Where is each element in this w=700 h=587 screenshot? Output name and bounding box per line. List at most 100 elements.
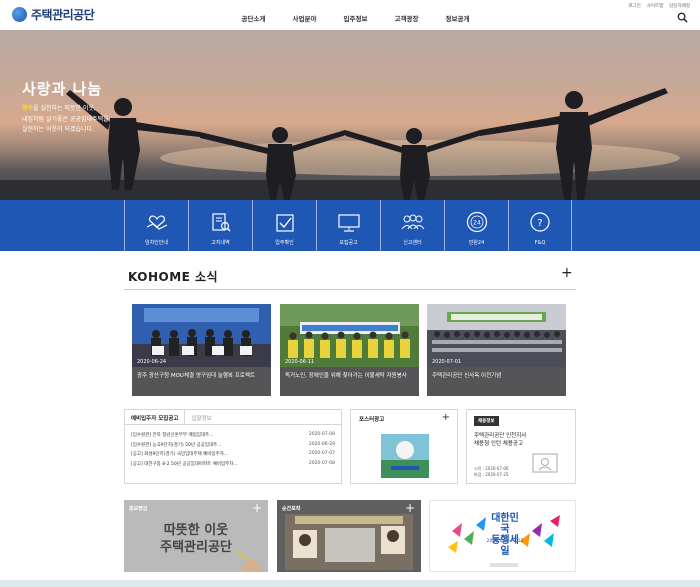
quick-item-notice-history[interactable]: 고지내역	[188, 200, 252, 251]
list-item[interactable]: [공고] 화성9단지(경기) 국민임대주택 예비입주자... 2020-07-07	[131, 451, 335, 461]
poster-image[interactable]	[381, 434, 429, 478]
promo-video-plus-icon[interactable]: +	[252, 501, 262, 515]
people-group-icon	[401, 214, 424, 230]
news-section-title: KOHOME 소식	[128, 270, 219, 284]
nav-item-about[interactable]: 공단소개	[228, 13, 279, 23]
section-divider	[124, 289, 576, 290]
notice-board: 예비입주자 모집공고 입찰정보 [임수원관] 전북 청년신혼부부 매입임대주..…	[124, 409, 342, 484]
notice-date: 2020-07-08	[308, 432, 335, 437]
hero-desc-line2: 내집처럼 살기좋은 공공임대주택을	[22, 115, 109, 123]
poster-board: 포스터광고 +	[350, 409, 458, 484]
promo-video-label: 홍보영상	[129, 506, 148, 512]
site-logo[interactable]: 주택관리공단	[12, 6, 95, 23]
moment-capture-banner[interactable]: 순간포착 +	[277, 500, 421, 572]
news-card[interactable]: 2020-06-24 광주 광산구청 MOU체결 영구임대 늘행복 프로젝트	[132, 304, 271, 396]
sale-title: 대한민국 동행세일	[488, 513, 522, 557]
hero-highlight-word: 행복	[22, 105, 34, 112]
tab-bid-info[interactable]: 입찰정보	[185, 410, 217, 424]
quick-item-tenant-guide[interactable]: 임차인안내	[124, 200, 188, 251]
news-card[interactable]: 2020-06-11 독거노인, 장애인을 위해 찾아가는 이불세탁 자원봉사	[280, 304, 419, 396]
quick-item-minwon24[interactable]: 24 민원24	[444, 200, 508, 251]
footer-strip	[0, 580, 700, 587]
tab-recruit-notice[interactable]: 예비입주자 모집공고	[125, 410, 186, 424]
monitor-icon	[337, 214, 360, 232]
news-photo-relocation	[427, 304, 566, 367]
news-photo-volunteer	[280, 304, 419, 367]
quick-item-label: 모집공고	[339, 240, 358, 246]
notice-tabs: 예비입주자 모집공고 입찰정보	[125, 410, 341, 425]
handshake-heart-icon	[146, 215, 167, 230]
poster-more-plus-icon[interactable]: +	[442, 412, 450, 423]
recruit-board[interactable]: 채용정보 주택관리공단 인천지사 채용형 인턴 채용공고 시작 : 2020-0…	[466, 409, 576, 484]
quick-item-report-center[interactable]: 신고센터	[380, 200, 444, 251]
nav-item-disclosure[interactable]: 정보공개	[432, 13, 483, 23]
news-date: 2020-06-11	[285, 359, 315, 365]
quick-item-recruit-notice[interactable]: 모집공고	[316, 200, 380, 251]
recruit-badge: 채용정보	[474, 416, 499, 426]
news-caption: 주택관리공단 신사옥 이전기념	[427, 367, 566, 396]
nav-item-residence[interactable]: 입주정보	[330, 13, 381, 23]
recruit-end: 마감 : 2020-07-25	[474, 472, 509, 477]
hero-title: 사랑과 나눔	[22, 80, 103, 98]
quick-item-label: F&Q	[534, 240, 546, 246]
question-bubble-icon: ?	[530, 212, 550, 232]
notice-date: 2020-07-07	[308, 451, 335, 456]
news-caption: 광주 광산구청 MOU체결 영구임대 늘행복 프로젝트	[132, 367, 271, 396]
main-nav: 공단소개 사업분야 입주정보 고객광장 정보공개	[228, 13, 483, 23]
quick-menu-band: 임차인안내 고지내역 입주확인 모집공고 신고센터 24 민원24 ? F&Q	[0, 200, 700, 251]
quick-item-label: 입주확인	[275, 240, 294, 246]
svg-text:24: 24	[473, 220, 481, 227]
logo-text: 주택관리공단	[31, 8, 95, 22]
notice-title: [공고] 대전구봉 8-2 50년 공공임대아파트 예비입주자...	[131, 461, 238, 467]
hand-pen-icon	[237, 551, 262, 572]
news-more-plus-icon[interactable]: +	[561, 265, 573, 281]
utility-links: 로그인 사이트맵 담당자배정	[628, 3, 690, 9]
notice-list: [임수원관] 전북 청년신혼부부 매입임대주... 2020-07-08 [임수원…	[125, 425, 341, 470]
nav-item-business[interactable]: 사업분야	[279, 13, 330, 23]
notice-date: 2020-07-08	[308, 460, 335, 466]
moment-capture-image	[285, 514, 413, 570]
staff-link[interactable]: 담당자배정	[669, 3, 690, 9]
login-link[interactable]: 로그인	[628, 3, 640, 9]
nav-item-customer[interactable]: 고객광장	[381, 13, 432, 23]
notice-title: [임수원관] 능곡9단지(경기) 50년 공공임대주...	[131, 442, 222, 448]
news-card[interactable]: 2020-07-01 주택관리공단 신사옥 이전기념	[427, 304, 566, 396]
sale-dates: 2020.6.26~7.12	[486, 539, 524, 544]
moment-capture-plus-icon[interactable]: +	[405, 501, 415, 515]
recruit-title-line2: 채용형 인턴 채용공고	[474, 441, 524, 447]
sitemap-link[interactable]: 사이트맵	[647, 3, 664, 9]
hero-desc-line1: 을 실천하는 따뜻한 이웃,	[33, 105, 96, 112]
news-date: 2020-06-24	[137, 359, 167, 365]
checkbox-icon	[275, 214, 294, 232]
quick-item-move-in-check[interactable]: 입주확인	[252, 200, 316, 251]
list-item[interactable]: [임수원관] 능곡9단지(경기) 50년 공공임대주... 2020-06-29	[131, 442, 335, 452]
id-card-icon	[532, 453, 558, 473]
quick-item-label: 신고센터	[403, 240, 422, 246]
circle-24-icon: 24	[466, 211, 487, 233]
notice-title: [공고] 화성9단지(경기) 국민임대주택 예비입주자...	[131, 452, 229, 457]
quick-item-faq[interactable]: ? F&Q	[508, 200, 572, 251]
quick-item-label: 임차인안내	[144, 240, 168, 246]
hero-description: 행복을 실천하는 따뜻한 이웃, 내집처럼 살기좋은 공공임대주택을 실현하는 …	[22, 104, 172, 136]
promo-video-text-line2: 주택관리공단	[160, 540, 232, 555]
notice-title: [임수원관] 전북 청년신혼부부 매입임대주...	[131, 433, 214, 438]
recruit-period: 시작 : 2020-07-06 마감 : 2020-07-25	[474, 466, 509, 478]
site-header: 주택관리공단 공단소개 사업분야 입주정보 고객광장 정보공개 로그인 사이트맵…	[0, 0, 700, 30]
recruit-start: 시작 : 2020-07-06	[474, 466, 509, 471]
news-photo-mou	[132, 304, 271, 367]
sale-title-line1: 대한민국	[491, 513, 519, 535]
list-item[interactable]: [임수원관] 전북 청년신혼부부 매입임대주... 2020-07-08	[131, 432, 335, 442]
quick-menu: 임차인안내 고지내역 입주확인 모집공고 신고센터 24 민원24 ? F&Q	[124, 200, 572, 251]
poster-board-title: 포스터광고	[359, 417, 385, 423]
hero-desc-line3: 실현하는 이웃이 되겠습니다.	[22, 126, 94, 133]
list-item[interactable]: [공고] 대전구봉 8-2 50년 공공임대아파트 예비입주자... 2020-0…	[131, 461, 335, 471]
search-icon[interactable]	[677, 12, 688, 23]
quick-item-label: 고지내역	[211, 240, 230, 246]
korea-sale-banner[interactable]: 대한민국 동행세일 2020.6.26~7.12	[429, 500, 576, 572]
recruit-title-line1: 주택관리공단 인천지사	[474, 433, 527, 439]
moment-capture-label: 순간포착	[282, 506, 301, 512]
logo-mark-icon	[12, 7, 27, 22]
news-caption: 독거노인, 장애인을 위해 찾아가는 이불세탁 자원봉사	[280, 367, 419, 396]
promo-video-banner[interactable]: 홍보영상 + 따뜻한 이웃 주택관리공단	[124, 500, 268, 572]
svg-text:?: ?	[537, 218, 542, 229]
